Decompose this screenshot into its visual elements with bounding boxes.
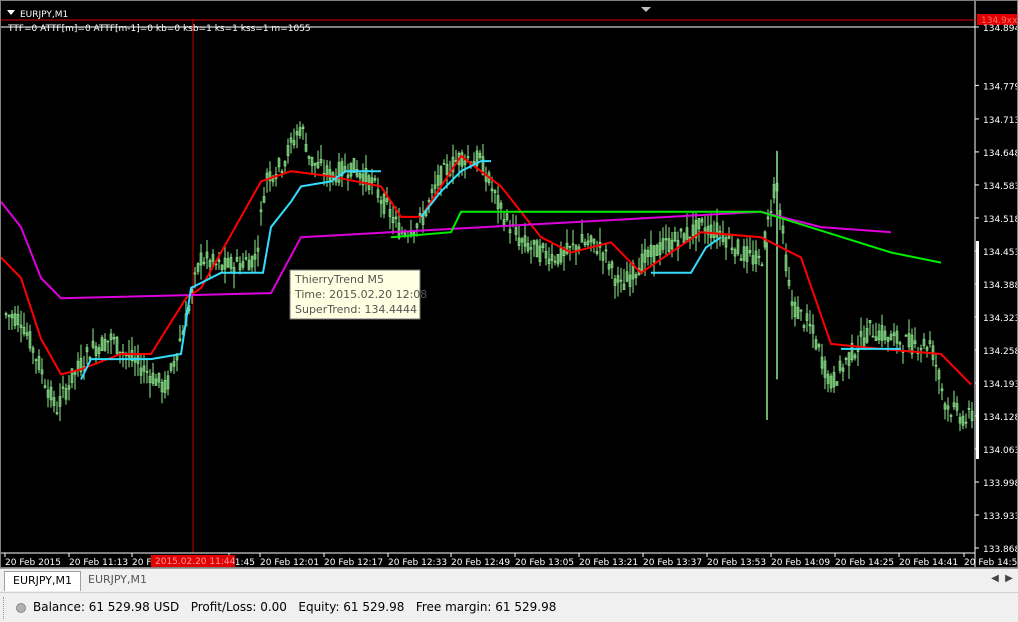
status-bar: Balance: 61 529.98 USD Profit/Loss: 0.00… (0, 592, 1018, 622)
time-label: 20 Feb 12:17 (324, 558, 383, 567)
price-label: 134.894 (983, 24, 1017, 34)
price-label: 134.063 (983, 446, 1017, 456)
time-label: 20 Feb 12:01 (260, 558, 319, 567)
price-label: 134.258 (983, 347, 1017, 357)
chart-window[interactable]: EURJPY,M1 TTF=0 ATTF[m]=0 ATTF[m-1]=0 kb… (0, 0, 1018, 568)
indicator-readout: TTF=0 ATTF[m]=0 ATTF[m-1]=0 kb=0 ksb=1 k… (7, 24, 311, 34)
price-label: 133.933 (983, 512, 1017, 522)
time-label: 20 Feb 13:05 (515, 558, 574, 567)
tooltip-line1: ThierryTrend M5 (294, 273, 384, 286)
time-label: 20 Feb 14:09 (771, 558, 830, 567)
time-label: 20 Feb 14:57 (964, 558, 1017, 567)
price-label: 133.998 (983, 479, 1017, 489)
time-label: 20 Feb 13:53 (707, 558, 766, 567)
grip-handle[interactable] (3, 597, 6, 619)
tooltip-line2: Time: 2015.02.20 12:08 (294, 288, 427, 301)
tooltip-line3: SuperTrend: 134.4444 (295, 303, 417, 316)
price-label: 134.583 (983, 182, 1017, 192)
tooltip: ThierryTrend M5 Time: 2015.02.20 12:08 S… (289, 269, 427, 320)
terminal-app: EURJPY,M1 TTF=0 ATTF[m]=0 ATTF[m-1]=0 kb… (0, 0, 1018, 622)
account-summary: Balance: 61 529.98 USD Profit/Loss: 0.00… (33, 600, 557, 614)
tab-chart-1[interactable]: EURJPY,M1 (4, 571, 81, 591)
tab-scroll-right-icon[interactable]: ▶ (1002, 573, 1016, 584)
time-label: 20 Feb 14:25 (835, 558, 894, 567)
tab-scroll-left-icon[interactable]: ◀ (988, 573, 1002, 584)
chart-tabbar: EURJPY,M1 EURJPY,M1 ◀ ▶ (0, 568, 1018, 592)
price-label: 134.193 (983, 380, 1017, 390)
price-label: 134.453 (983, 248, 1017, 258)
price-label: 134.779 (983, 82, 1017, 92)
status-dot-icon (16, 603, 26, 613)
chart-canvas[interactable]: EURJPY,M1 TTF=0 ATTF[m]=0 ATTF[m-1]=0 kb… (1, 1, 1017, 567)
price-label: 134.388 (983, 281, 1017, 291)
time-label: 20 Feb 13:21 (579, 558, 638, 567)
last-price-marker (976, 241, 979, 459)
price-label: 134.648 (983, 149, 1017, 159)
time-label: 20 Feb 12:49 (451, 558, 510, 567)
time-label: 20 Feb 2015 (5, 558, 61, 567)
crosshair-time-label: 2015.02.20 11:44 (155, 557, 236, 567)
time-label: 20 Feb 12:33 (388, 558, 447, 567)
price-label: 133.868 (983, 545, 1017, 555)
time-label: 20 Feb 11:13 (69, 558, 128, 567)
window-title: EURJPY,M1 (20, 10, 68, 20)
price-label: 134.323 (983, 314, 1017, 324)
time-label: 20 Feb 13:37 (643, 558, 702, 567)
tab-chart-2[interactable]: EURJPY,M1 (80, 571, 155, 591)
price-label: 134.713 (983, 116, 1017, 126)
time-label: 20 Feb 14:41 (899, 558, 958, 567)
price-label: 134.518 (983, 215, 1017, 225)
price-label: 134.128 (983, 413, 1017, 423)
